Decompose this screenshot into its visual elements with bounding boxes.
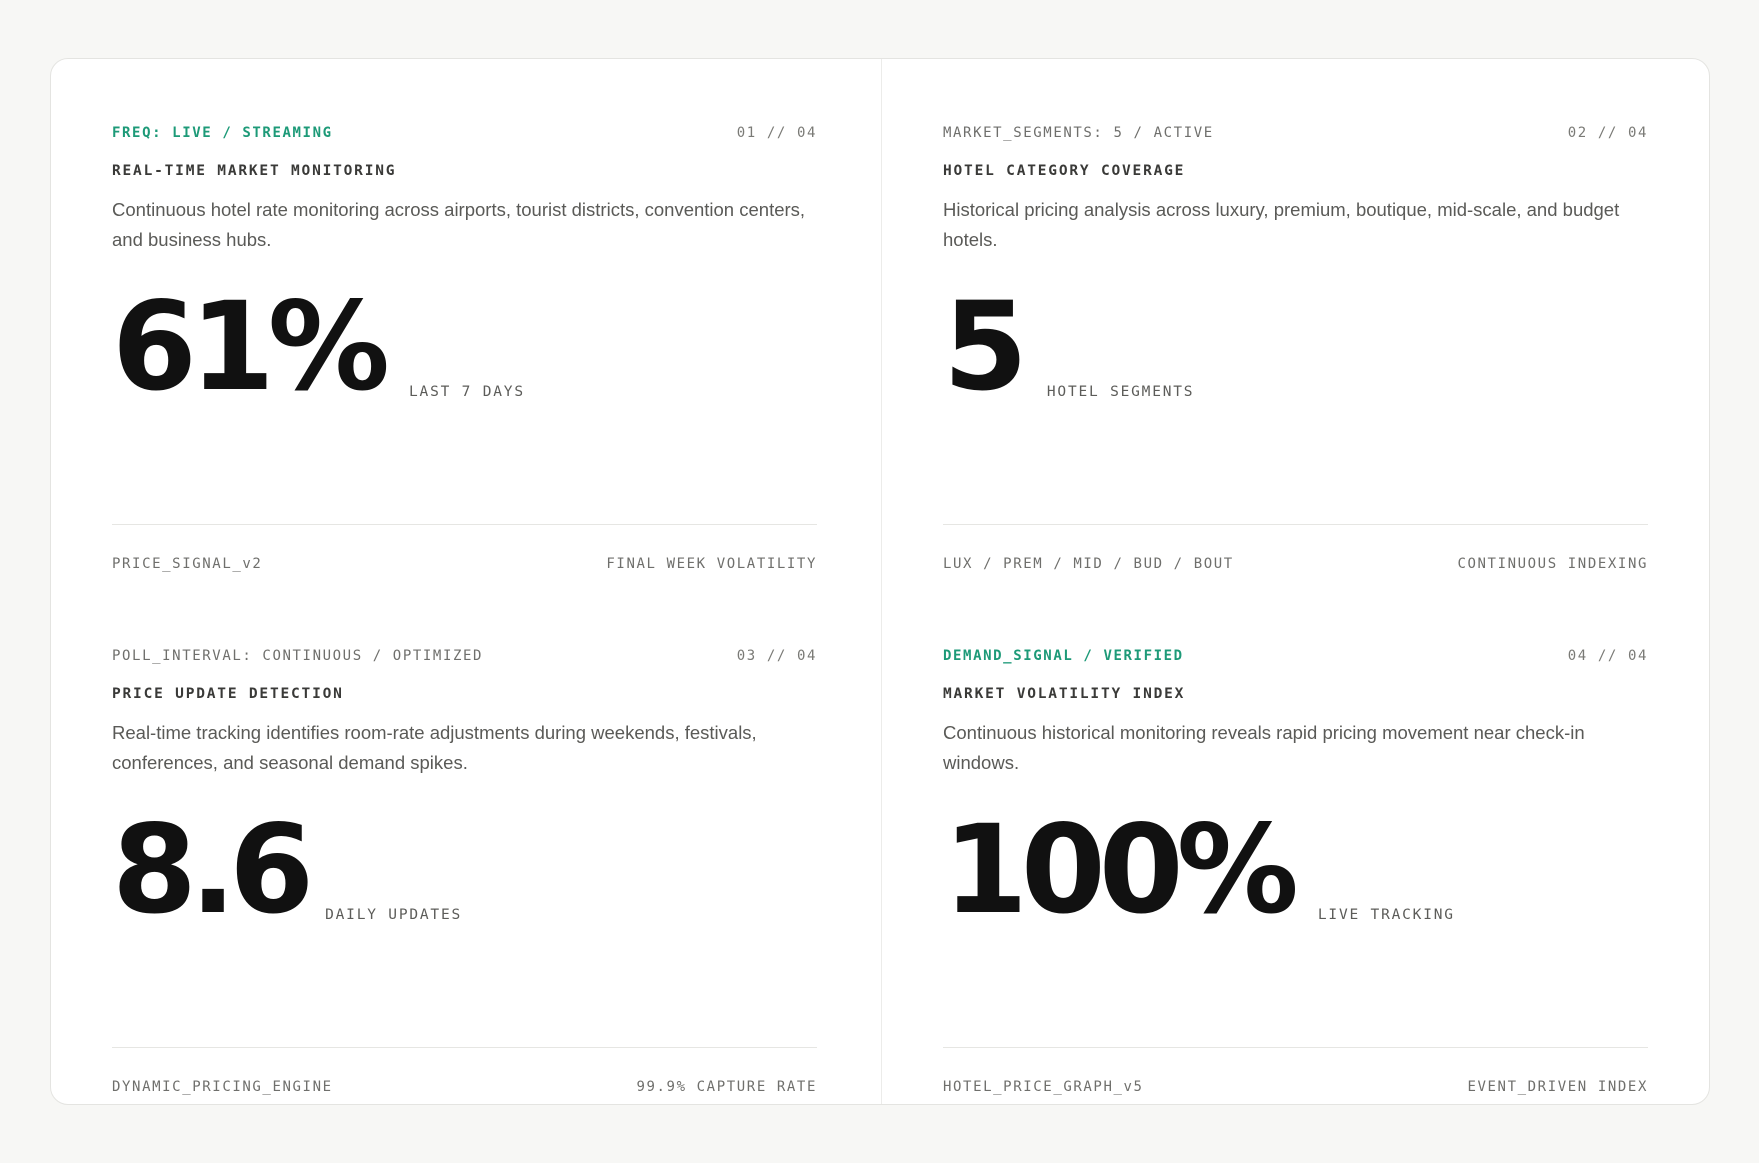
card-counter: 02 // 04 [1567,125,1648,141]
metric-value: 5 [943,276,1028,418]
card-description: Continuous historical monitoring reveals… [943,722,1585,773]
card-header-row: MARKET_SEGMENTS: 5 / ACTIVE 02 // 04 [943,123,1648,143]
card-heading: REAL-TIME MARKET MONITORING [112,163,397,179]
stat-card-category-coverage: MARKET_SEGMENTS: 5 / ACTIVE 02 // 04 HOT… [943,123,1648,593]
metric-row: 5 HOTEL SEGMENTS [943,276,1195,418]
metric-label: HOTEL SEGMENTS [1046,384,1195,400]
card-footer-right: CONTINUOUS INDEXING [1457,556,1648,572]
card-footer-left: DYNAMIC_PRICING_ENGINE [112,1079,333,1095]
card-footer-right: 99.9% CAPTURE RATE [636,1079,817,1095]
card-divider [943,524,1648,525]
card-header-row: DEMAND_SIGNAL / VERIFIED 04 // 04 [943,646,1648,666]
card-counter: 03 // 04 [736,648,817,664]
card-tag: DEMAND_SIGNAL / VERIFIED [943,648,1184,664]
card-footer-row: HOTEL_PRICE_GRAPH_v5 EVENT_DRIVEN INDEX [943,1079,1648,1095]
metric-label: LAST 7 DAYS [409,384,525,400]
card-footer-right: EVENT_DRIVEN INDEX [1467,1079,1648,1095]
card-heading: HOTEL CATEGORY COVERAGE [943,163,1186,179]
card-tag: MARKET_SEGMENTS: 5 / ACTIVE [943,125,1214,141]
stat-card-volatility-index: DEMAND_SIGNAL / VERIFIED 04 // 04 MARKET… [943,646,1648,1104]
metric-value: 100% [943,799,1299,941]
card-header-row: FREQ: LIVE / STREAMING 01 // 04 [112,123,817,143]
card-description: Continuous hotel rate monitoring across … [112,199,806,250]
stat-card-price-update-detection: POLL_INTERVAL: CONTINUOUS / OPTIMIZED 03… [112,646,817,1104]
card-footer-row: PRICE_SIGNAL_v2 FINAL WEEK VOLATILITY [112,556,817,572]
card-description: Real-time tracking identifies room-rate … [112,722,757,773]
metric-label: LIVE TRACKING [1317,907,1455,923]
metric-row: 100% LIVE TRACKING [943,799,1455,941]
card-footer-left: PRICE_SIGNAL_v2 [112,556,263,572]
stat-card-market-monitoring: FREQ: LIVE / STREAMING 01 // 04 REAL-TIM… [112,123,817,593]
card-counter: 04 // 04 [1567,648,1648,664]
card-divider [112,524,817,525]
metric-row: 61% LAST 7 DAYS [112,276,525,418]
card-divider [943,1047,1648,1048]
metric-value: 8.6 [112,799,314,941]
card-footer-left: LUX / PREM / MID / BUD / BOUT [943,556,1234,572]
card-counter: 01 // 04 [736,125,817,141]
metric-value: 61% [112,276,390,418]
card-divider [112,1047,817,1048]
card-description: Historical pricing analysis across luxur… [943,199,1620,250]
card-footer-right: FINAL WEEK VOLATILITY [606,556,817,572]
stats-panel: FREQ: LIVE / STREAMING 01 // 04 REAL-TIM… [50,58,1710,1105]
card-tag: FREQ: LIVE / STREAMING [112,125,333,141]
card-heading: MARKET VOLATILITY INDEX [943,686,1186,702]
card-heading: PRICE UPDATE DETECTION [112,686,344,702]
card-header-row: POLL_INTERVAL: CONTINUOUS / OPTIMIZED 03… [112,646,817,666]
card-tag: POLL_INTERVAL: CONTINUOUS / OPTIMIZED [112,648,484,664]
card-footer-left: HOTEL_PRICE_GRAPH_v5 [943,1079,1144,1095]
card-footer-row: DYNAMIC_PRICING_ENGINE 99.9% CAPTURE RAT… [112,1079,817,1095]
metric-row: 8.6 DAILY UPDATES [112,799,463,941]
metric-label: DAILY UPDATES [325,907,463,923]
card-footer-row: LUX / PREM / MID / BUD / BOUT CONTINUOUS… [943,556,1648,572]
vertical-divider [881,59,882,1104]
